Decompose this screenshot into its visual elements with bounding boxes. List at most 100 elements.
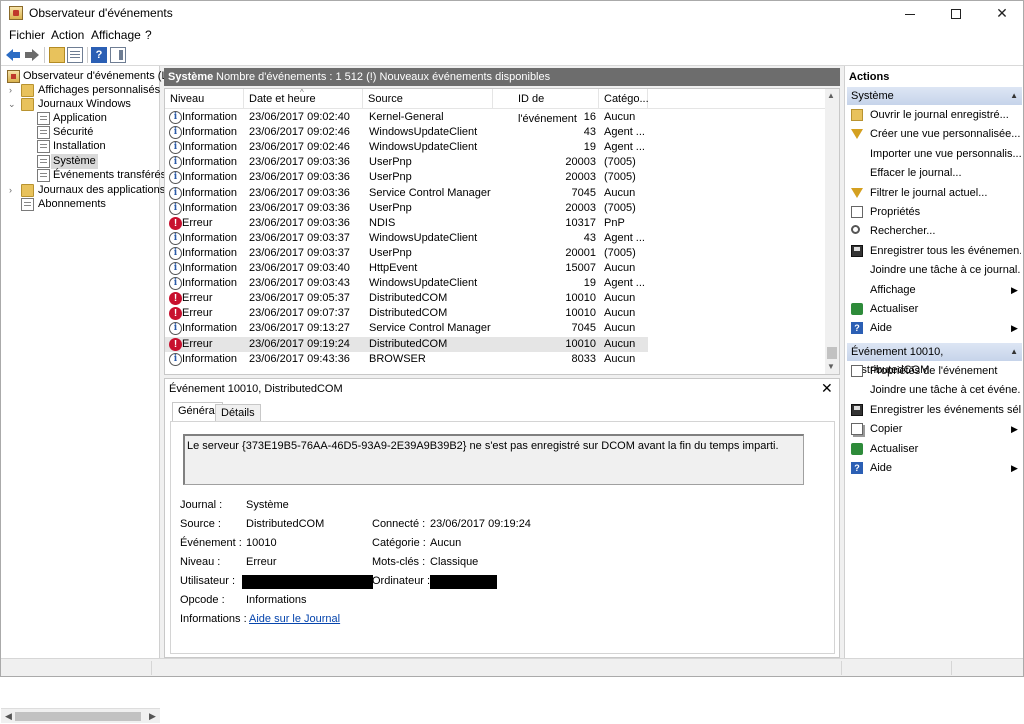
action-item[interactable]: Créer une vue personnalisée... bbox=[849, 125, 1021, 143]
cell-category: Agent ... bbox=[604, 126, 645, 139]
help-icon[interactable]: ? bbox=[91, 47, 107, 63]
table-row[interactable]: i Information 23/06/2017 09:02:46 WindowsUp… bbox=[165, 125, 648, 140]
show-hide-tree-icon[interactable] bbox=[67, 47, 83, 63]
action-item[interactable]: Propriétés de l'événement bbox=[849, 362, 1021, 380]
scroll-right-icon[interactable]: ▶ bbox=[149, 709, 156, 724]
column-event-id[interactable]: ID de l'événement bbox=[493, 89, 599, 125]
column-category[interactable]: Catégo... bbox=[599, 89, 649, 109]
scroll-up-icon[interactable]: ▲ bbox=[827, 91, 835, 100]
error-icon: ! bbox=[169, 292, 182, 306]
table-row[interactable]: i Information 23/06/2017 09:03:37 UserPnp 20… bbox=[165, 246, 648, 261]
cell-category: Agent ... bbox=[604, 231, 645, 244]
scroll-thumb[interactable] bbox=[15, 712, 141, 721]
table-row[interactable]: ! Erreur 23/06/2017 09:03:36 NDIS 10317 PnP bbox=[165, 216, 648, 231]
menu-affichage[interactable]: Affichage bbox=[91, 28, 141, 42]
table-row[interactable]: i Information 23/06/2017 09:43:36 BROWSER 80… bbox=[165, 352, 648, 367]
action-item[interactable]: Propriétés bbox=[849, 203, 1021, 221]
action-item[interactable]: Enregistrer tous les événemen... bbox=[849, 242, 1021, 260]
table-row[interactable]: i Information 23/06/2017 09:03:36 UserPnp 20… bbox=[165, 155, 648, 170]
scroll-down-icon[interactable]: ▼ bbox=[827, 362, 835, 371]
action-label: Propriétés bbox=[870, 206, 921, 218]
chevron-right-icon[interactable]: › bbox=[9, 83, 17, 98]
folder-up-icon[interactable] bbox=[49, 47, 65, 63]
table-row[interactable]: i Information 23/06/2017 09:03:36 UserPnp 20… bbox=[165, 170, 648, 185]
scroll-thumb[interactable] bbox=[827, 347, 837, 359]
cell-date: 23/06/2017 09:43:36 bbox=[249, 352, 350, 365]
menu-help[interactable]: ? bbox=[145, 28, 152, 42]
cell-source: Service Control Manager bbox=[369, 322, 491, 335]
action-item[interactable]: Effacer le journal... bbox=[849, 164, 1021, 182]
cell-category: (7005) bbox=[604, 201, 636, 214]
tree-item-label: Journaux Windows bbox=[38, 98, 131, 110]
table-row[interactable]: ! Erreur 23/06/2017 09:07:37 DistributedCOM… bbox=[165, 306, 648, 321]
cell-source: DistributedCOM bbox=[369, 337, 448, 350]
collapse-up-icon[interactable]: ▲ bbox=[1010, 87, 1018, 105]
help-log-link[interactable]: Aide sur le Journal bbox=[249, 613, 340, 625]
menu-action[interactable]: Action bbox=[51, 28, 84, 42]
value-journal: Système bbox=[246, 499, 289, 511]
action-item[interactable]: Enregistrer les événements sél... bbox=[849, 401, 1021, 419]
table-row[interactable]: i Information 23/06/2017 09:03:36 UserPnp 20… bbox=[165, 201, 648, 216]
cell-source: UserPnp bbox=[369, 171, 412, 184]
show-hide-actions-icon[interactable] bbox=[110, 47, 126, 63]
minimize-button[interactable] bbox=[887, 1, 933, 25]
close-window-button[interactable]: ✕ bbox=[979, 1, 1024, 25]
actions-header: Actions bbox=[849, 71, 890, 83]
submenu-arrow-icon: ▶ bbox=[1011, 424, 1018, 435]
table-row[interactable]: ! Erreur 23/06/2017 09:19:24 DistributedCOM… bbox=[165, 336, 648, 352]
maximize-button[interactable] bbox=[933, 1, 979, 25]
action-item[interactable]: Copier ▶ bbox=[849, 420, 1021, 438]
table-row[interactable]: i Information 23/06/2017 09:03:43 WindowsUp… bbox=[165, 276, 648, 291]
action-item[interactable]: ? Aide ▶ bbox=[849, 319, 1021, 337]
label-user: Utilisateur : bbox=[180, 575, 236, 587]
tree-horizontal-scrollbar[interactable]: ◀ ▶ bbox=[1, 708, 160, 723]
cell-date: 23/06/2017 09:13:27 bbox=[249, 322, 350, 335]
action-item[interactable]: Rechercher... bbox=[849, 222, 1021, 240]
collapse-up-icon[interactable]: ▲ bbox=[1010, 343, 1018, 361]
forward-button[interactable] bbox=[24, 47, 40, 63]
table-row[interactable]: ! Erreur 23/06/2017 09:05:37 DistributedCOM… bbox=[165, 291, 648, 306]
cell-event-id: 20001 bbox=[565, 246, 596, 259]
actions-section-event[interactable]: Événement 10010, DistributedCOM ▲ bbox=[847, 343, 1022, 376]
folder-icon bbox=[21, 98, 34, 111]
cell-event-id: 16 bbox=[583, 111, 596, 123]
create-view-icon bbox=[851, 129, 863, 140]
table-row[interactable]: i Information 23/06/2017 09:13:27 Service C… bbox=[165, 321, 648, 336]
action-item[interactable]: Importer une vue personnalis... bbox=[849, 145, 1021, 163]
tree-item-label: Abonnements bbox=[38, 198, 106, 210]
info-icon: i bbox=[169, 111, 182, 124]
action-item[interactable]: Joindre une tâche à ce journal... bbox=[849, 261, 1021, 279]
action-item[interactable]: Affichage ▶ bbox=[849, 281, 1021, 299]
event-message[interactable]: Le serveur {373E19B5-76AA-46D5-93A9-2E39… bbox=[183, 434, 804, 485]
action-item[interactable]: Joindre une tâche à cet événe... bbox=[849, 381, 1021, 399]
chevron-down-icon[interactable]: ⌄ bbox=[8, 97, 16, 112]
table-row[interactable]: i Information 23/06/2017 09:02:40 Kernel-Ge… bbox=[165, 110, 648, 125]
event-list-scrollbar[interactable]: ▲ ▼ bbox=[825, 89, 839, 374]
close-icon[interactable]: ✕ bbox=[821, 380, 833, 397]
cell-date: 23/06/2017 09:03:36 bbox=[249, 156, 350, 169]
cell-level: Information bbox=[182, 156, 238, 169]
column-level[interactable]: Niveau bbox=[165, 89, 244, 109]
back-button[interactable] bbox=[6, 47, 22, 63]
table-row[interactable]: i Information 23/06/2017 09:02:46 WindowsUp… bbox=[165, 140, 648, 155]
column-source[interactable]: Source bbox=[363, 89, 493, 109]
action-item[interactable]: Filtrer le journal actuel... bbox=[849, 184, 1021, 202]
table-row[interactable]: i Information 23/06/2017 09:03:36 Service C… bbox=[165, 186, 648, 201]
menu-fichier[interactable]: Fichier bbox=[9, 28, 45, 42]
cell-level: Information bbox=[182, 201, 238, 214]
chevron-right-icon[interactable]: › bbox=[9, 183, 17, 198]
table-row[interactable]: i Information 23/06/2017 09:03:37 WindowsUp… bbox=[165, 231, 648, 246]
redacted-computer bbox=[430, 575, 497, 589]
action-item[interactable]: ? Aide ▶ bbox=[849, 459, 1021, 477]
action-label: Effacer le journal... bbox=[870, 167, 962, 180]
actions-section-system[interactable]: Système ▲ bbox=[847, 87, 1022, 105]
action-item[interactable]: Actualiser bbox=[849, 300, 1021, 318]
table-row[interactable]: i Information 23/06/2017 09:03:40 HttpEvent… bbox=[165, 261, 648, 276]
tab-details[interactable]: Détails bbox=[215, 404, 261, 422]
info-icon: i bbox=[169, 156, 182, 170]
scroll-left-icon[interactable]: ◀ bbox=[5, 709, 12, 724]
copy-icon bbox=[851, 423, 863, 436]
action-item[interactable]: Ouvrir le journal enregistré... bbox=[849, 106, 1021, 124]
action-item[interactable]: Actualiser bbox=[849, 440, 1021, 458]
cell-source: WindowsUpdateClient bbox=[369, 126, 478, 139]
